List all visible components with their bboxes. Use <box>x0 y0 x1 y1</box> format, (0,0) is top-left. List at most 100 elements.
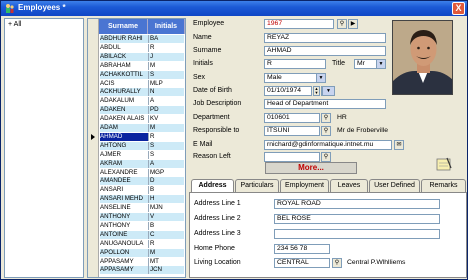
address-line1-field[interactable]: ROYAL ROAD <box>274 199 440 209</box>
cell-initials[interactable]: PD <box>148 106 184 115</box>
cell-surname[interactable]: AJMER <box>100 150 148 159</box>
cell-initials[interactable]: A <box>148 159 184 168</box>
cell-initials[interactable]: M <box>148 61 184 70</box>
cell-surname[interactable]: ANTHONY <box>100 221 148 230</box>
tab-user-defined[interactable]: User Defined <box>369 179 420 192</box>
table-row[interactable]: ACHAKKOTTIL S <box>99 70 185 79</box>
cell-initials[interactable]: C <box>148 230 184 239</box>
table-row[interactable]: ANTHONY B <box>99 221 185 230</box>
cell-initials[interactable]: MJN <box>148 204 184 213</box>
table-row[interactable]: AHMAD R <box>99 132 185 141</box>
table-row[interactable]: ABRAHAM M <box>99 61 185 70</box>
cell-surname[interactable]: ADAKEN <box>100 106 148 115</box>
search-department-icon[interactable]: ⚲ <box>321 113 331 123</box>
department-field[interactable]: 010601 <box>264 113 320 123</box>
cell-surname[interactable]: ADAKALUM <box>100 97 148 106</box>
cell-initials[interactable]: JCN <box>148 266 184 275</box>
more-button[interactable]: More... <box>265 162 357 174</box>
living-location-field[interactable]: CENTRAL <box>274 258 330 268</box>
chevron-down-icon[interactable]: ▼ <box>322 87 334 95</box>
tab-address[interactable]: Address <box>191 179 234 193</box>
table-row[interactable]: APPASAMY MT <box>99 257 185 266</box>
cell-initials[interactable]: B <box>148 221 184 230</box>
cell-initials[interactable]: H <box>148 195 184 204</box>
table-row[interactable]: ADAKEN PD <box>99 106 185 115</box>
cell-initials[interactable]: MLP <box>148 79 184 88</box>
search-location-icon[interactable]: ⚲ <box>332 258 342 268</box>
cell-surname[interactable]: ANTHONY <box>100 213 148 221</box>
table-row[interactable]: ABDHUR RAHI BA <box>99 35 185 43</box>
cell-surname[interactable]: AHMAD <box>100 132 148 141</box>
initials-field[interactable]: R <box>264 59 326 69</box>
table-row[interactable]: APPASAMY JCN <box>99 266 185 275</box>
cell-initials[interactable]: J <box>148 52 184 61</box>
cell-surname[interactable]: ACHAKKOTTIL <box>100 70 148 79</box>
employee-field[interactable]: 1967 <box>264 19 334 29</box>
cell-initials[interactable]: S <box>148 141 184 150</box>
calendar-select[interactable]: ▼ <box>321 86 335 96</box>
column-header-surname[interactable]: Surname <box>99 19 148 34</box>
table-row[interactable]: ADAKEN ALAIS KV <box>99 115 185 124</box>
table-row[interactable]: ANSELINE MJN <box>99 204 185 213</box>
cell-surname[interactable]: AKRAM <box>100 159 148 168</box>
cell-surname[interactable]: ACKHURALLY <box>100 88 148 97</box>
notepad-icon[interactable] <box>435 156 453 172</box>
cell-surname[interactable]: ABRAHAM <box>100 61 148 70</box>
dob-field[interactable]: 01/10/1974 <box>264 86 312 96</box>
cell-surname[interactable]: ADAM <box>100 124 148 132</box>
search-responsible-icon[interactable]: ⚲ <box>321 126 331 136</box>
chevron-down-icon[interactable]: ▼ <box>316 74 325 82</box>
cell-surname[interactable]: APOLLON <box>100 248 148 257</box>
cell-surname[interactable]: AHTONG <box>100 141 148 150</box>
cell-initials[interactable]: V <box>148 213 184 221</box>
table-row[interactable]: ANUGANOULA R <box>99 239 185 248</box>
table-row[interactable]: AKRAM A <box>99 159 185 168</box>
job-description-field[interactable]: Head of Department <box>264 99 386 109</box>
category-tree[interactable]: + All <box>4 18 84 278</box>
cell-initials[interactable]: BA <box>148 35 184 43</box>
sex-select[interactable]: Male ▼ <box>264 73 326 83</box>
employee-grid[interactable]: Surname Initials ABDHUR RAHI BA ABDUL R ABIL… <box>87 18 186 278</box>
table-row[interactable]: ACKHURALLY N <box>99 88 185 97</box>
table-row[interactable]: ALEXANDRE MGP <box>99 168 185 177</box>
cell-initials[interactable]: N <box>148 88 184 97</box>
cell-initials[interactable]: D <box>148 177 184 186</box>
cell-surname[interactable]: ABILACK <box>100 52 148 61</box>
cell-surname[interactable]: ABDUL <box>100 43 148 52</box>
tree-node-all[interactable]: + All <box>8 21 21 28</box>
cell-surname[interactable]: ANSARI <box>100 186 148 195</box>
cell-surname[interactable]: APPASAMY <box>100 266 148 275</box>
table-row[interactable]: AMANDEE D <box>99 177 185 186</box>
table-row[interactable]: AHTONG S <box>99 141 185 150</box>
table-row[interactable]: APOLLON M <box>99 248 185 257</box>
cell-initials[interactable]: M <box>148 248 184 257</box>
cell-surname[interactable]: ANSARI MEHD <box>100 195 148 204</box>
tab-leaves[interactable]: Leaves <box>330 179 368 192</box>
table-row[interactable]: ANTOINE C <box>99 230 185 239</box>
table-row[interactable]: ANSARI MEHD H <box>99 195 185 204</box>
cell-initials[interactable]: R <box>148 43 184 52</box>
table-row[interactable]: ACIS MLP <box>99 79 185 88</box>
address-line2-field[interactable]: BEL ROSE <box>274 214 440 224</box>
cell-surname[interactable]: APPASAMY <box>100 257 148 266</box>
table-row[interactable]: ANTHONY V <box>99 213 185 221</box>
cell-initials[interactable]: M <box>148 124 184 132</box>
close-button[interactable]: X <box>452 2 465 15</box>
cell-surname[interactable]: ABDHUR RAHI <box>100 35 148 43</box>
cell-surname[interactable]: ACIS <box>100 79 148 88</box>
title-select[interactable]: Mr ▼ <box>354 59 386 69</box>
table-row[interactable]: ADAM M <box>99 124 185 132</box>
title-bar[interactable]: Employees * X <box>1 1 467 16</box>
cell-initials[interactable]: R <box>148 239 184 248</box>
search-employee-icon[interactable]: ⚲ <box>337 19 347 29</box>
tab-employment[interactable]: Employment <box>280 179 329 192</box>
send-mail-icon[interactable]: ✉ <box>394 140 404 150</box>
home-phone-field[interactable]: 234 56 78 <box>274 244 330 254</box>
cell-initials[interactable]: KV <box>148 115 184 124</box>
tab-particulars[interactable]: Particulars <box>235 179 279 192</box>
cell-surname[interactable]: ANSELINE <box>100 204 148 213</box>
reason-left-field[interactable] <box>264 152 320 162</box>
table-row[interactable]: ABDUL R <box>99 43 185 52</box>
column-header-initials[interactable]: Initials <box>148 19 185 34</box>
address-line3-field[interactable] <box>274 229 440 239</box>
